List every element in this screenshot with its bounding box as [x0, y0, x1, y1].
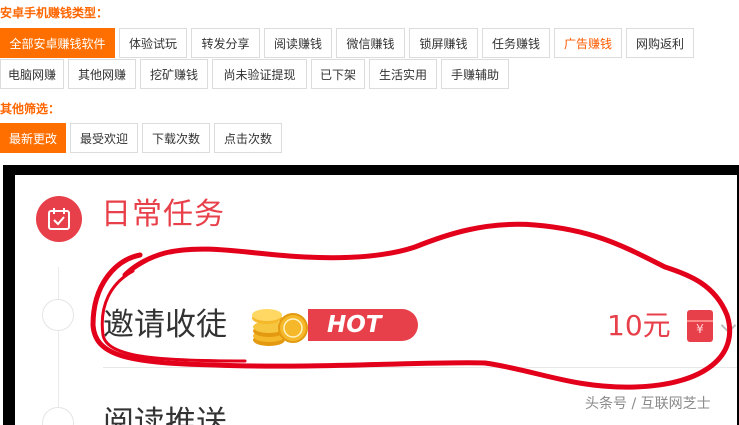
- type-filter-label: 安卓手机赚钱类型：: [0, 6, 109, 20]
- hot-badge: HOT: [308, 309, 418, 341]
- screenshot-frame: 日常任务 邀请收徒 HOT 10元 ¥ 阅读推送: [3, 165, 739, 425]
- tag-removed[interactable]: 已下架: [311, 59, 365, 89]
- timeline-dot: [42, 299, 74, 331]
- sort-latest[interactable]: 最新更改: [0, 123, 66, 153]
- timeline-dot: [42, 407, 74, 425]
- other-filter-label: 其他筛选：: [0, 102, 61, 116]
- type-tags-row-1: 全部安卓赚钱软件 体验试玩 转发分享 阅读赚钱 微信赚钱 锁屏赚钱 任务赚钱 广…: [0, 28, 698, 58]
- tag-lifestyle[interactable]: 生活实用: [369, 59, 437, 89]
- sort-clicks[interactable]: 点击次数: [214, 123, 282, 153]
- sort-popular[interactable]: 最受欢迎: [70, 123, 138, 153]
- tag-cashback[interactable]: 网购返利: [626, 28, 694, 58]
- tag-lockscreen[interactable]: 锁屏赚钱: [409, 28, 478, 58]
- coins-icon: [252, 309, 308, 346]
- tag-share[interactable]: 转发分享: [191, 28, 260, 58]
- tag-unverified[interactable]: 尚未验证提现: [212, 59, 307, 89]
- tag-helper[interactable]: 手赚辅助: [441, 59, 509, 89]
- row-divider: [103, 367, 737, 368]
- red-packet-icon: ¥: [687, 310, 713, 342]
- sort-tags-row: 最新更改 最受欢迎 下载次数 点击次数: [0, 123, 286, 153]
- tag-reading[interactable]: 阅读赚钱: [264, 28, 332, 58]
- tag-wechat[interactable]: 微信赚钱: [336, 28, 405, 58]
- sort-downloads[interactable]: 下载次数: [142, 123, 210, 153]
- panel-title: 日常任务: [101, 197, 225, 232]
- red-packet-symbol: ¥: [696, 322, 704, 336]
- tag-pc-earn[interactable]: 电脑网赚: [0, 59, 64, 89]
- daily-task-panel: 日常任务 邀请收徒 HOT 10元 ¥ 阅读推送: [15, 175, 737, 425]
- tag-tasks[interactable]: 任务赚钱: [482, 28, 550, 58]
- timeline-line: [58, 267, 59, 425]
- reward-amount: 10元: [607, 309, 671, 342]
- tag-all-android[interactable]: 全部安卓赚钱软件: [0, 28, 115, 58]
- tag-ads[interactable]: 广告赚钱: [554, 28, 622, 58]
- watermark: 头条号 / 互联网芝士: [585, 396, 711, 412]
- tag-other-earn[interactable]: 其他网赚: [68, 59, 136, 89]
- task-invite-title[interactable]: 邀请收徒: [103, 305, 227, 345]
- tag-mining[interactable]: 挖矿赚钱: [140, 59, 208, 89]
- calendar-check-icon: [36, 196, 82, 242]
- tag-trial-play[interactable]: 体验试玩: [119, 28, 187, 58]
- type-tags-row-2: 电脑网赚 其他网赚 挖矿赚钱 尚未验证提现 已下架 生活实用 手赚辅助: [0, 59, 513, 89]
- chevron-down-icon[interactable]: [720, 317, 737, 334]
- task-read-push-title[interactable]: 阅读推送: [103, 403, 227, 425]
